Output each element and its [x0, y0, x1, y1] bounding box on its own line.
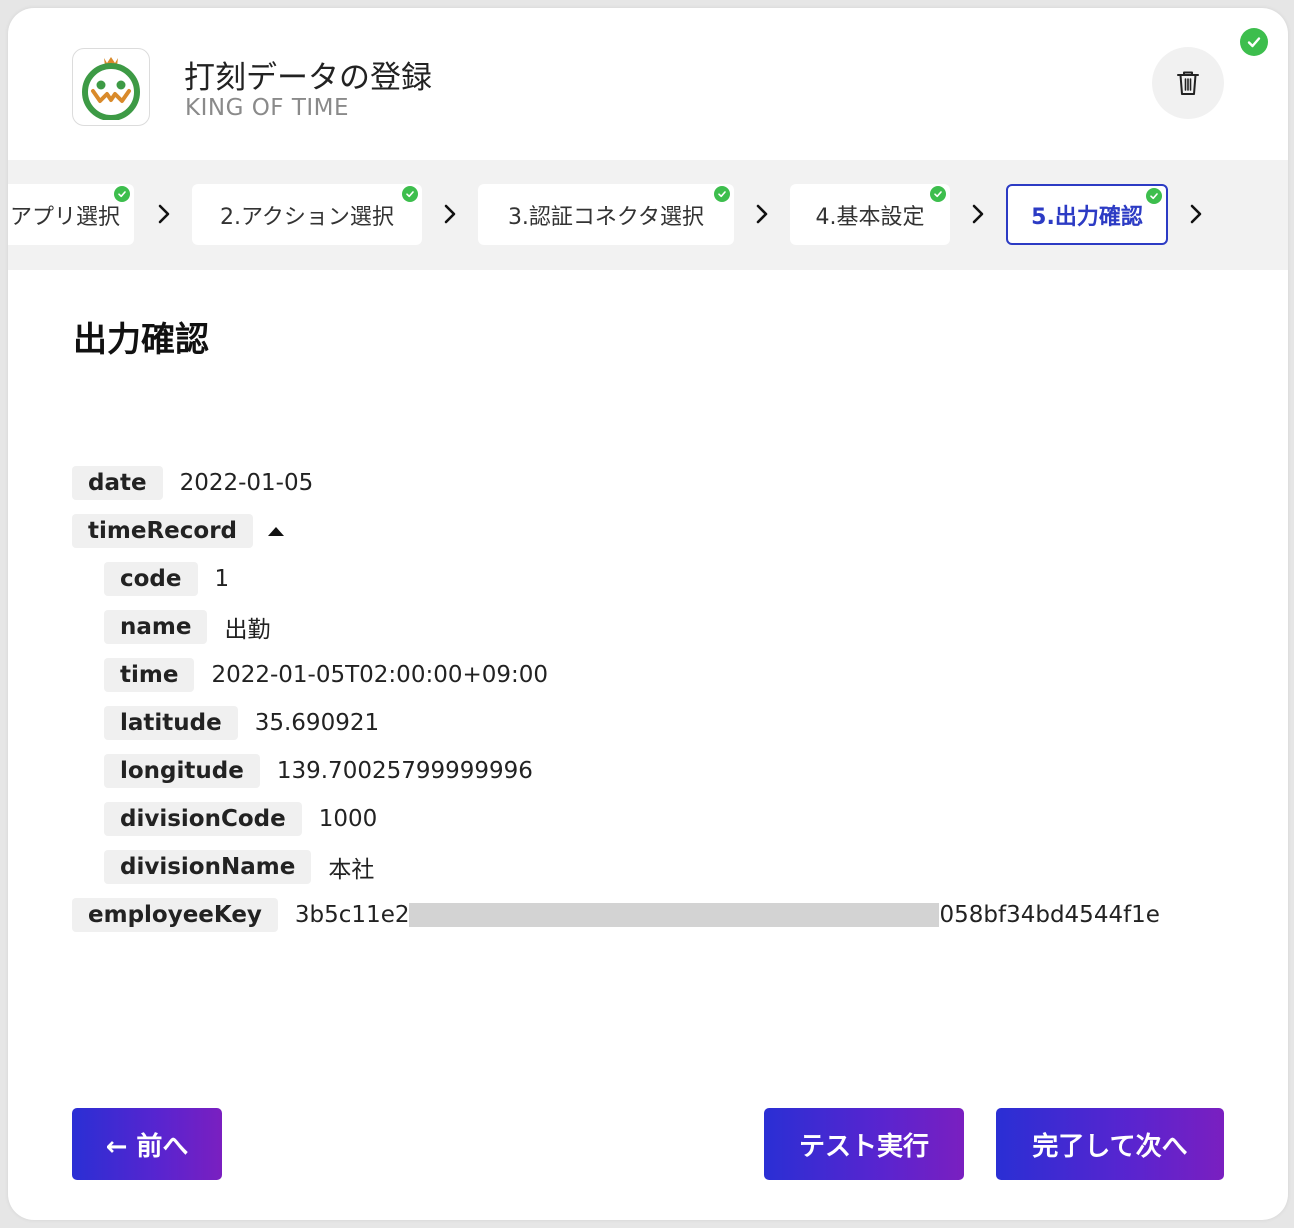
output-value: 139.70025799999996 — [276, 758, 533, 784]
output-row-divisioncode: divisionCode 1000 — [104, 802, 377, 836]
step-complete-icon — [114, 186, 130, 202]
caret-up-icon[interactable] — [267, 525, 285, 537]
section-title: 出力確認 — [73, 320, 209, 360]
step-complete-icon — [714, 186, 730, 202]
output-value: 本社 — [328, 857, 375, 883]
step-complete-icon — [402, 186, 418, 202]
action-title: 打刻データの登録 — [184, 60, 432, 96]
output-row-latitude: latitude 35.690921 — [104, 706, 379, 740]
step-label: 3.認証コネクタ選択 — [507, 204, 705, 230]
output-key: employeeKey — [72, 898, 278, 932]
employee-key-suffix: 058bf34bd4544f1e — [939, 902, 1160, 928]
chevron-right-icon — [972, 204, 984, 224]
output-row-timerecord: timeRecord — [72, 514, 285, 548]
employee-key-prefix: 3b5c11e2 — [294, 902, 410, 928]
output-value: 出勤 — [224, 617, 271, 643]
step-navigation: アプリ選択 2.アクション選択 3.認証コネクタ選択 4.基本設定 5.出力確認 — [8, 160, 1288, 270]
step-label: 4.基本設定 — [815, 204, 925, 230]
trash-icon — [1177, 71, 1199, 95]
output-row-code: code 1 — [104, 562, 229, 596]
chevron-right-icon — [756, 204, 768, 224]
chevron-right-icon — [158, 204, 170, 224]
chevron-right-icon — [1190, 204, 1202, 224]
chevron-right-icon — [444, 204, 456, 224]
output-value: 1000 — [318, 806, 378, 832]
output-key: divisionName — [104, 850, 312, 884]
step-basic-settings[interactable]: 4.基本設定 — [790, 184, 950, 245]
step-action-select[interactable]: 2.アクション選択 — [192, 184, 422, 245]
output-value: 2022-01-05T02:00:00+09:00 — [211, 662, 549, 688]
output-row-name: name 出勤 — [104, 610, 270, 644]
output-row-time: time 2022-01-05T02:00:00+09:00 — [104, 658, 548, 692]
output-value: 35.690921 — [254, 710, 380, 736]
output-key: date — [72, 466, 163, 500]
step-output-confirm[interactable]: 5.出力確認 — [1006, 184, 1168, 245]
task-settings-panel: 打刻データの登録 KING OF TIME アプリ選択 2.アクション選択 3.… — [8, 8, 1288, 1220]
output-row-longitude: longitude 139.70025799999996 — [104, 754, 533, 788]
output-key: code — [104, 562, 198, 596]
king-of-time-logo — [72, 48, 150, 126]
output-row-divisionname: divisionName 本社 — [104, 850, 374, 884]
step-label: 5.出力確認 — [1031, 204, 1143, 230]
output-key: time — [104, 658, 195, 692]
redacted-block — [409, 903, 940, 927]
output-key: name — [104, 610, 208, 644]
step-label: アプリ選択 — [9, 204, 120, 230]
step-complete-icon — [1146, 188, 1162, 204]
output-value: 3b5c11e2 058bf34bd4544f1e — [295, 902, 1160, 928]
step-label: 2.アクション選択 — [220, 204, 394, 230]
completed-check-icon — [1240, 28, 1268, 56]
output-row-date: date 2022-01-05 — [72, 466, 313, 500]
step-complete-icon — [930, 186, 946, 202]
delete-button[interactable] — [1152, 47, 1224, 119]
back-button[interactable]: ← 前へ — [72, 1108, 222, 1180]
complete-next-button[interactable]: 完了して次へ — [996, 1108, 1224, 1180]
step-app-select[interactable]: アプリ選択 — [8, 184, 134, 245]
output-key: divisionCode — [104, 802, 302, 836]
app-name: KING OF TIME — [185, 95, 350, 121]
output-key: timeRecord — [72, 514, 253, 548]
step-connector-select[interactable]: 3.認証コネクタ選択 — [478, 184, 734, 245]
output-row-employeekey: employeeKey 3b5c11e2 058bf34bd4544f1e — [72, 898, 1160, 932]
test-run-button[interactable]: テスト実行 — [764, 1108, 964, 1180]
output-value: 2022-01-05 — [179, 470, 314, 496]
output-key: longitude — [104, 754, 260, 788]
output-value: 1 — [214, 566, 230, 592]
output-key: latitude — [104, 706, 238, 740]
